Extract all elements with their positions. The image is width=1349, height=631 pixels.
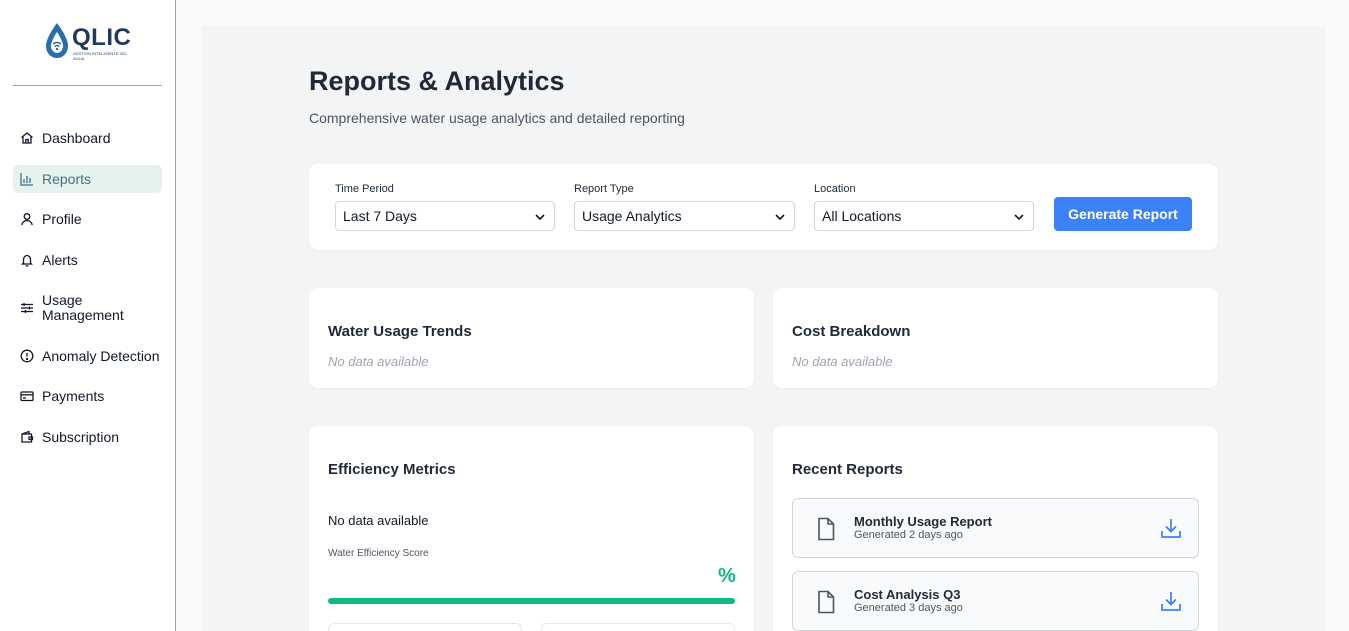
brand-logo[interactable]: QLIC GESTIÓN INTELIGENTE DEL AGUA (44, 22, 134, 64)
page-title: Reports & Analytics (309, 66, 565, 96)
time-period-select[interactable]: Last 7 Days (335, 201, 555, 231)
sidebar-item-label: Dashboard (42, 129, 111, 146)
usage-trends-empty: No data available (328, 354, 429, 369)
location-select[interactable]: All Locations (814, 201, 1034, 231)
home-icon (19, 130, 35, 146)
sidebar-item-label: Alerts (42, 251, 78, 268)
report-type-select[interactable]: Usage Analytics (574, 201, 795, 231)
metric-tile (541, 623, 735, 631)
recent-reports-title: Recent Reports (792, 461, 903, 478)
report-item-cost-analysis[interactable]: Cost Analysis Q3 Generated 3 days ago (792, 571, 1199, 631)
credit-card-icon (19, 388, 35, 404)
wallet-icon (19, 429, 35, 445)
time-period-value: Last 7 Days (343, 208, 417, 224)
report-type-value: Usage Analytics (582, 208, 682, 224)
efficiency-title: Efficiency Metrics (328, 461, 456, 478)
sidebar-item-label: Subscription (42, 428, 120, 445)
generate-report-button[interactable]: Generate Report (1054, 197, 1192, 231)
chevron-down-icon (775, 214, 785, 221)
sidebar-item-label: Usage Management (42, 292, 124, 323)
cost-breakdown-empty: No data available (792, 354, 893, 369)
efficiency-score-value: % (718, 565, 736, 587)
sidebar-item-label: Payments (42, 387, 105, 404)
report-name: Monthly Usage Report (854, 514, 992, 529)
sidebar-item-dashboard[interactable]: Dashboard (13, 128, 162, 148)
sidebar-item-label: Reports (42, 170, 92, 187)
report-meta: Generated 3 days ago (854, 602, 963, 614)
sidebar-item-profile[interactable]: Profile (13, 209, 162, 229)
time-period-label: Time Period (335, 183, 394, 195)
brand-name: QLIC (72, 24, 132, 51)
page-subtitle: Comprehensive water usage analytics and … (309, 110, 685, 126)
file-icon (818, 590, 835, 614)
sidebar-item-subscription[interactable]: Subscription (13, 427, 162, 447)
metric-tile (328, 623, 522, 631)
report-type-label: Report Type (574, 183, 634, 195)
file-icon (818, 517, 835, 541)
brand-tagline: GESTIÓN INTELIGENTE DEL AGUA (73, 51, 128, 61)
efficiency-empty: No data available (328, 513, 429, 528)
report-name: Cost Analysis Q3 (854, 587, 961, 602)
chevron-down-icon (535, 214, 545, 221)
sidebar-item-reports[interactable]: Reports (13, 165, 162, 193)
bar-chart-icon (19, 171, 35, 187)
download-icon[interactable] (1160, 517, 1182, 539)
sidebar-item-alerts[interactable]: Alerts (13, 250, 162, 270)
sidebar-divider (13, 85, 162, 86)
bell-icon (19, 252, 35, 268)
sidebar-item-payments[interactable]: Payments (13, 386, 162, 406)
alert-circle-icon (19, 348, 35, 364)
download-icon[interactable] (1160, 590, 1182, 612)
sidebar-item-label: Profile (42, 210, 82, 227)
water-drop-logo-icon (46, 23, 68, 58)
report-meta: Generated 2 days ago (854, 529, 963, 541)
sidebar-item-label: Anomaly Detection (42, 347, 160, 364)
user-icon (19, 211, 35, 227)
location-value: All Locations (822, 208, 902, 224)
sidebar-item-usage-management[interactable]: Usage Management (13, 292, 162, 324)
report-item-monthly-usage[interactable]: Monthly Usage Report Generated 2 days ag… (792, 498, 1199, 558)
chevron-down-icon (1014, 214, 1024, 221)
cost-breakdown-title: Cost Breakdown (792, 323, 911, 340)
location-label: Location (814, 183, 856, 195)
sidebar-item-anomaly-detection[interactable]: Anomaly Detection (13, 346, 162, 366)
usage-trends-title: Water Usage Trends (328, 323, 472, 340)
efficiency-score-label: Water Efficiency Score (328, 548, 429, 559)
efficiency-progress-bar (328, 598, 735, 604)
efficiency-progress-fill (328, 598, 735, 604)
sidebar: QLIC GESTIÓN INTELIGENTE DEL AGUA Dashbo… (0, 0, 176, 631)
sliders-icon (19, 300, 35, 316)
